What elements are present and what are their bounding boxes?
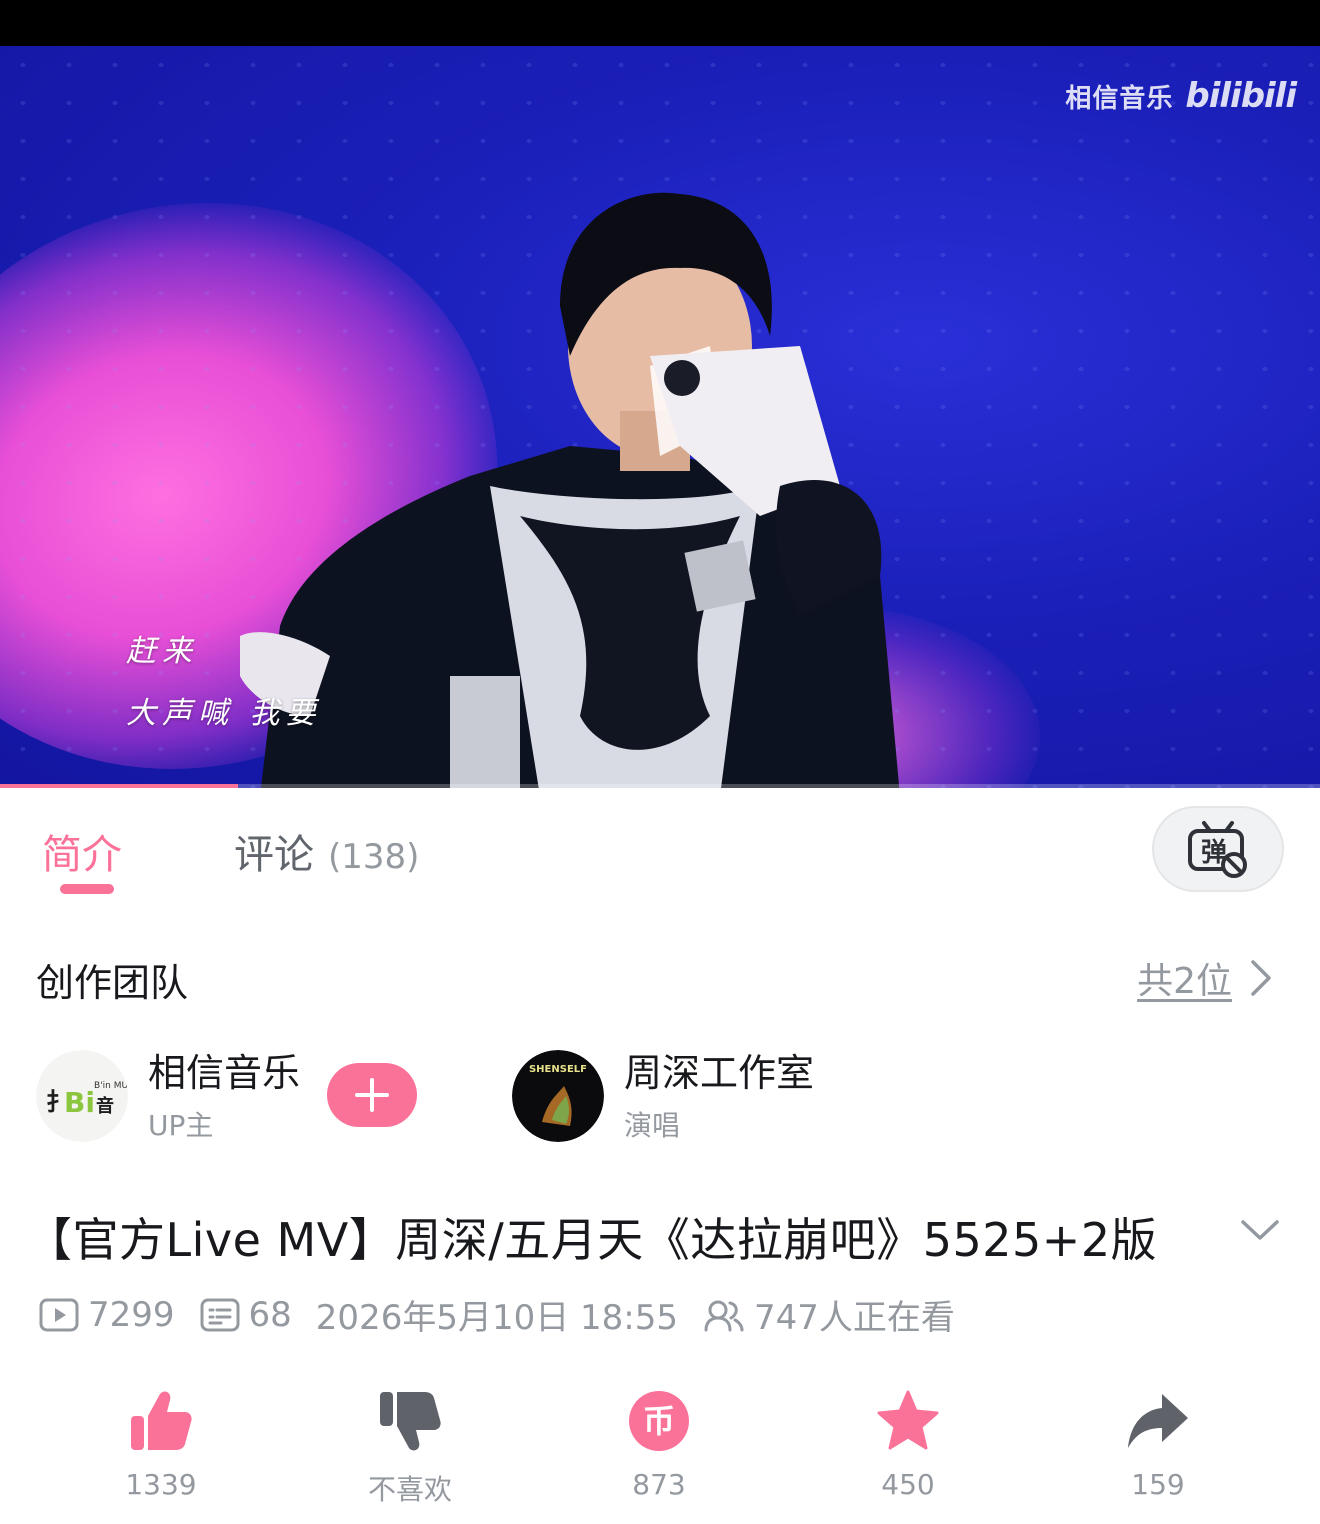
thumbs-up-icon	[131, 1391, 192, 1450]
watching-count: 747人正在看	[702, 1290, 955, 1339]
svg-text:音: 音	[96, 1095, 114, 1117]
member-info: 相信音乐 UP主	[148, 1048, 300, 1144]
tab-bar: 简介 评论 (138) 弹	[0, 790, 1320, 910]
danmaku-count: 68	[199, 1295, 292, 1335]
svg-text:币: 币	[643, 1402, 675, 1440]
member-name: 周深工作室	[624, 1051, 815, 1095]
svg-text:Bi: Bi	[64, 1086, 95, 1119]
team-count-text: 共2位	[1137, 961, 1232, 1002]
action-bar: 1339 不喜欢 币 873 450 159	[0, 1390, 1320, 1524]
tab-intro[interactable]: 简介	[42, 822, 122, 880]
lyrics: 赶来 大声喊 我要	[126, 626, 322, 750]
follow-button[interactable]	[327, 1063, 417, 1127]
status-bar	[0, 0, 1320, 46]
chevron-right-icon	[1251, 960, 1271, 996]
like-button[interactable]: 1339	[81, 1390, 241, 1501]
favorite-count: 450	[881, 1468, 935, 1501]
member-info: 周深工作室 演唱	[624, 1048, 814, 1144]
play-count-icon	[39, 1298, 79, 1331]
chevron-down-icon	[1241, 1220, 1279, 1240]
coin-button[interactable]: 币 873	[579, 1390, 739, 1501]
favorite-button[interactable]: 450	[828, 1390, 988, 1501]
danmaku-off-icon: 弹	[1188, 821, 1247, 878]
watermark-text: 相信音乐	[1065, 83, 1174, 114]
tab-indicator	[60, 884, 114, 894]
star-icon	[877, 1390, 939, 1450]
view-count: 7299	[38, 1295, 175, 1335]
svg-text:SHENSELF: SHENSELF	[529, 1064, 587, 1075]
team-member[interactable]: B'in MUSIC 扌 Bi 音 相信音乐 UP主	[36, 1048, 300, 1144]
danmaku-toggle-button[interactable]: 弹	[1152, 806, 1284, 892]
like-count: 1339	[125, 1468, 197, 1501]
avatar[interactable]: B'in MUSIC 扌 Bi 音	[36, 1050, 128, 1142]
video-stats: 7299 68 2026年5月10日 18:55 747人正在看	[38, 1290, 979, 1339]
tab-comments-count: (138)	[328, 837, 420, 877]
coin-icon: 币	[629, 1391, 689, 1451]
watermark: 相信音乐 bilibili	[1065, 76, 1297, 116]
team-count-link[interactable]: 共2位	[1137, 952, 1272, 1004]
lyric-line: 赶来	[126, 634, 198, 669]
member-role: UP主	[148, 1109, 214, 1142]
share-button[interactable]: 159	[1078, 1390, 1238, 1501]
member-name: 相信音乐	[148, 1051, 301, 1095]
danmaku-count-icon	[200, 1298, 240, 1331]
bilibili-logo: bilibili	[1185, 76, 1297, 116]
plus-icon	[355, 1078, 389, 1112]
viewers-icon	[704, 1300, 744, 1331]
performer-image	[240, 192, 900, 788]
lyric-line: 大声喊 我要	[126, 696, 322, 731]
expand-button[interactable]	[1240, 1218, 1280, 1246]
thumbs-down-icon	[380, 1392, 441, 1451]
dislike-label: 不喜欢	[367, 1473, 452, 1506]
video-title: 【官方Live MV】周深/五月天《达拉崩吧》5525+2版	[26, 1213, 1158, 1267]
video-progress-bar[interactable]	[0, 784, 1320, 788]
share-icon	[1128, 1394, 1188, 1448]
dislike-button[interactable]: 不喜欢	[330, 1390, 490, 1508]
video-player[interactable]: 相信音乐 bilibili 赶来 大声喊 我要	[0, 46, 1320, 788]
publish-date: 2026年5月10日 18:55	[316, 1290, 678, 1339]
tab-comments[interactable]: 评论 (138)	[234, 822, 419, 880]
publish-date-value: 2026年5月10日 18:55	[315, 1298, 679, 1338]
watching-count-value: 747人正在看	[754, 1298, 955, 1338]
team-member[interactable]: SHENSELF 周深工作室 演唱	[512, 1048, 814, 1144]
member-role: 演唱	[624, 1109, 681, 1142]
video-progress-fill	[0, 784, 238, 788]
view-count-value: 7299	[88, 1294, 175, 1335]
coin-count: 873	[632, 1468, 686, 1501]
team-section-title: 创作团队	[36, 961, 189, 1005]
tab-comments-label: 评论	[234, 832, 314, 878]
avatar[interactable]: SHENSELF	[512, 1050, 604, 1142]
danmaku-count-value: 68	[248, 1294, 292, 1335]
svg-text:B'in MUSIC: B'in MUSIC	[94, 1081, 128, 1091]
share-count: 159	[1131, 1468, 1185, 1501]
